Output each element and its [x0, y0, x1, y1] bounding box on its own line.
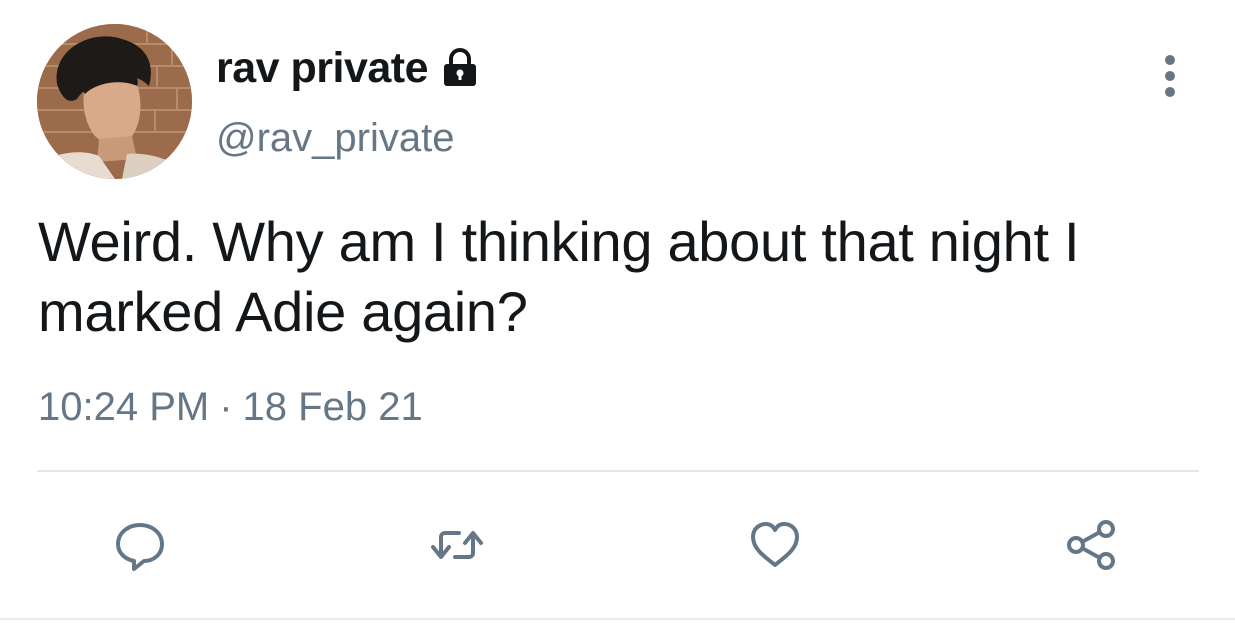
retweet-button[interactable]	[427, 515, 487, 575]
avatar-image	[37, 24, 192, 179]
tweet-text: Weird. Why am I thinking about that nigh…	[38, 210, 1080, 343]
reply-button[interactable]	[110, 515, 170, 575]
retweet-icon	[431, 531, 483, 559]
lock-icon	[438, 46, 482, 90]
tweet-timestamp[interactable]: 10:24 PM · 18 Feb 21	[38, 385, 423, 430]
divider	[37, 470, 1199, 472]
heart-icon	[751, 522, 799, 567]
reply-icon	[116, 523, 164, 571]
timestamp-separator: ·	[219, 385, 233, 429]
like-button[interactable]	[745, 515, 805, 575]
display-name[interactable]: rav private	[216, 44, 429, 93]
display-name-row[interactable]: rav private	[216, 40, 482, 96]
more-vertical-icon[interactable]	[1150, 52, 1190, 102]
share-button[interactable]	[1062, 515, 1122, 575]
user-handle[interactable]: @rav_private	[216, 116, 454, 161]
tweet-date: 18 Feb 21	[242, 385, 423, 429]
bottom-border	[0, 618, 1235, 620]
tweet-card: rav private @rav_private Weird. Why am I…	[0, 0, 1235, 636]
share-icon	[1067, 520, 1115, 570]
tweet-time: 10:24 PM	[38, 385, 210, 429]
avatar[interactable]	[37, 24, 192, 179]
